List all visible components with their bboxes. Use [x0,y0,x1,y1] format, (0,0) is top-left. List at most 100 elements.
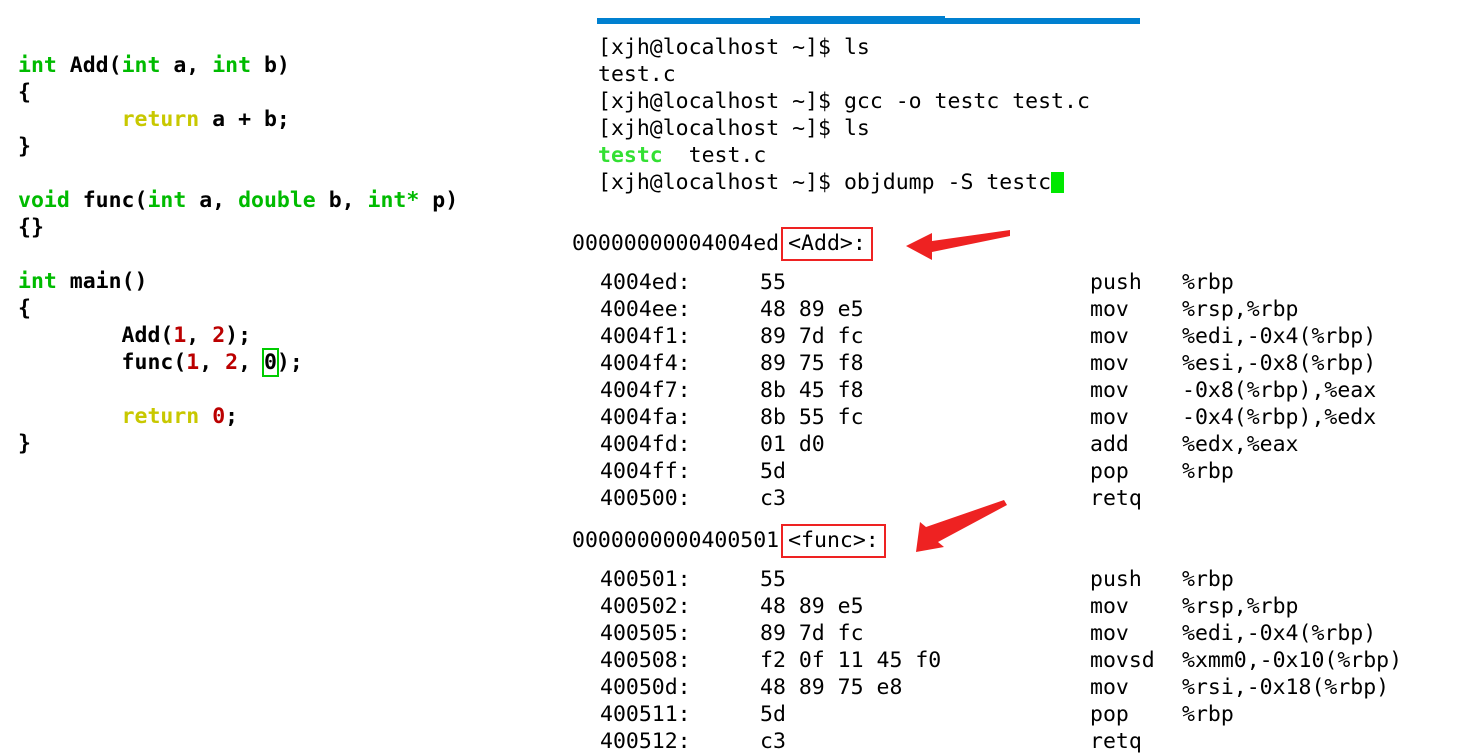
shell-prompt: [xjh@localhost ~]$ [598,170,844,195]
instruction-operands: %rbp [1182,270,1234,295]
instruction-mnemonic: pop [1090,459,1129,484]
instruction-mnemonic: mov [1090,378,1129,403]
instruction-mnemonic: movsd [1090,648,1155,673]
disasm-row: 4004fa: 8b 55 fc mov -0x4(%rbp),%edx [572,404,1472,431]
code-line: {} [18,215,44,241]
code-token: a, [160,53,213,78]
instruction-address: 400511: [600,702,691,727]
shell-command: gcc -o testc test.c [843,89,1090,114]
shell-command: ls [843,116,870,141]
instruction-mnemonic: mov [1090,675,1129,700]
terminal-panel: [xjh@localhost ~]$ ls test.c [xjh@localhos… [560,0,1480,754]
disasm-row: 4004ff: 5d pop %rbp [572,458,1472,485]
instruction-bytes: 89 7d fc [760,621,864,646]
instruction-bytes: 5d [760,459,786,484]
instruction-mnemonic: mov [1090,405,1129,430]
instruction-address: 4004f7: [600,378,691,403]
func-symbol-box: <func>: [781,524,886,558]
code-token: return [121,107,200,132]
disasm-row: 4004ee: 48 89 e5 mov %rsp,%rbp [572,296,1472,323]
disasm-row: 400512: c3 retq [572,728,1472,755]
code-token: int [212,53,252,78]
instruction-bytes: 89 7d fc [760,324,864,349]
code-token: ; [225,404,239,429]
instruction-operands: %rsp,%rbp [1182,594,1299,619]
code-token: , [186,323,213,348]
disasm-row: 4004f7: 8b 45 f8 mov -0x8(%rbp),%eax [572,377,1472,404]
instruction-bytes: 89 75 f8 [760,351,864,376]
code-line: Add(1, 2); [18,323,251,349]
code-token: a + b; [199,107,290,132]
instruction-mnemonic: mov [1090,621,1129,646]
code-token: int* [367,188,420,213]
code-token: 0 [212,404,226,429]
code-token: } [18,431,31,456]
instruction-bytes: 48 89 75 e8 [760,675,903,700]
code-token: Add( [56,53,122,78]
instruction-operands: %xmm0,-0x10(%rbp) [1182,648,1403,673]
disasm-row: 4004fd: 01 d0 add %edx,%eax [572,431,1472,458]
disasm-row: 400500: c3 retq [572,485,1472,512]
terminal-cursor[interactable] [1051,172,1065,193]
instruction-operands: %rsp,%rbp [1182,297,1299,322]
instruction-operands: %rbp [1182,567,1234,592]
code-token: Add( [18,323,174,348]
instruction-operands: -0x8(%rbp),%eax [1182,378,1377,403]
code-token: b, [315,188,368,213]
code-line: return 0; [18,404,239,430]
code-token: int [147,188,187,213]
terminal-line: [xjh@localhost ~]$ ls [598,35,870,61]
instruction-address: 4004ff: [600,459,691,484]
instruction-mnemonic: mov [1090,297,1129,322]
instruction-mnemonic: mov [1090,594,1129,619]
instruction-bytes: 55 [760,567,786,592]
code-line: { [18,296,31,322]
code-token: a, [186,188,239,213]
code-token: int [18,53,57,78]
terminal-line: [xjh@localhost ~]$ ls [598,116,870,142]
instruction-address: 400501: [600,567,691,592]
instruction-address: 4004ee: [600,297,691,322]
instruction-address: 4004fd: [600,432,691,457]
code-line: int main() [18,269,147,295]
code-token: int [18,269,57,294]
arrow-to-func-symbol [916,500,1007,552]
shell-prompt: [xjh@localhost ~]$ [598,116,844,141]
code-token: 1 [173,323,187,348]
instruction-address: 40050d: [600,675,691,700]
terminal-line: [xjh@localhost ~]$ objdump -S testc [598,170,1065,196]
code-token: 2 [212,323,226,348]
instruction-mnemonic: retq [1090,729,1142,754]
code-token: return [121,404,200,429]
code-line: } [18,134,31,160]
disasm-row: 4004ed: 55 push %rbp [572,269,1472,296]
instruction-address: 4004ed: [600,270,691,295]
disasm-row: 4004f4: 89 75 f8 mov %esi,-0x8(%rbp) [572,350,1472,377]
shell-command: ls [843,35,870,60]
instruction-address: 4004f1: [600,324,691,349]
disasm-row: 400511: 5d pop %rbp [572,701,1472,728]
disasm-block-header: 0000000000400501 <func>: [572,524,886,558]
instruction-address: 400505: [600,621,691,646]
code-token: func( [18,350,187,375]
disasm-row: 40050d: 48 89 75 e8 mov %rsi,-0x18(%rbp) [572,674,1472,701]
instruction-operands: %esi,-0x8(%rbp) [1182,351,1377,376]
terminal-line: testc test.c [598,143,766,169]
instruction-mnemonic: add [1090,432,1129,457]
code-line: void func(int a, double b, int* p) [18,188,458,214]
terminal-titlebar-highlight [770,16,945,24]
disasm-row: 400502: 48 89 e5 mov %rsp,%rbp [572,593,1472,620]
code-token: ); [225,323,252,348]
instruction-bytes: f2 0f 11 45 f0 [760,648,942,673]
instruction-address: 400502: [600,594,691,619]
code-token: b) [251,53,290,78]
shell-prompt: [xjh@localhost ~]$ [598,35,844,60]
disasm-row: 4004f1: 89 7d fc mov %edi,-0x4(%rbp) [572,323,1472,350]
instruction-operands: %rsi,-0x18(%rbp) [1182,675,1390,700]
code-line: return a + b; [18,107,290,133]
instruction-operands: %edx,%eax [1182,432,1299,457]
instruction-operands: %rbp [1182,702,1234,727]
